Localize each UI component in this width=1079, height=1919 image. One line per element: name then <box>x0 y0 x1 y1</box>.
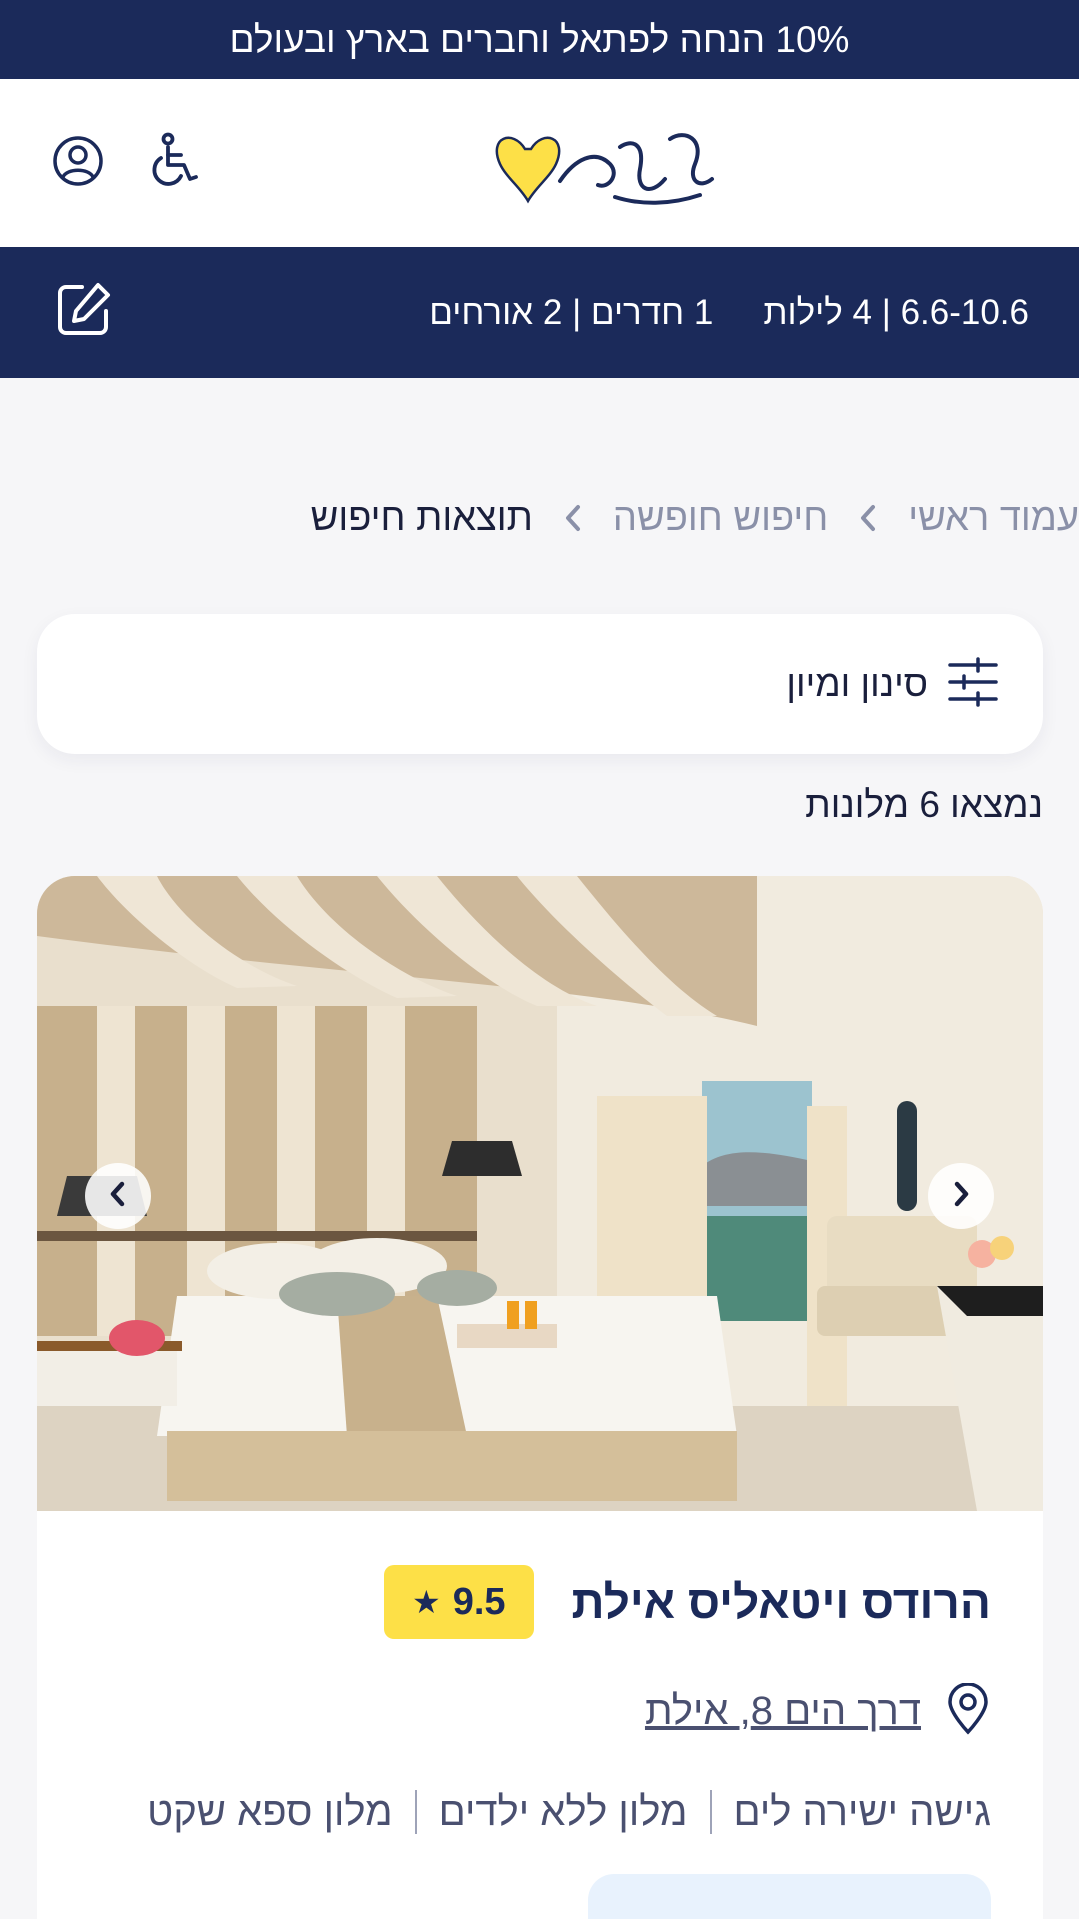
hotel-tag: מלון ללא ילדים <box>438 1789 688 1834</box>
rating-value: 9.5 <box>452 1580 506 1623</box>
hotel-title-row: הרודס ויטאליס אילת ★ 9.5 <box>384 1564 991 1640</box>
promo-text: 10% הנחה לפתאל וחברים בארץ ובעולם <box>229 18 850 60</box>
filter-sort-button[interactable]: סינון ומיון <box>37 614 1043 754</box>
map-pin-icon <box>945 1681 991 1740</box>
results-count: נמצאו 6 מלונות <box>805 784 1043 825</box>
breadcrumb: עמוד ראשי חיפוש חופשה תוצאות חיפוש <box>0 488 1079 548</box>
chevron-left-icon <box>828 503 908 533</box>
user-account-button[interactable] <box>48 133 108 193</box>
hotel-card[interactable]: הרודס ויטאליס אילת ★ 9.5 דרך הים 8, אילת… <box>37 876 1043 1919</box>
chevron-right-icon <box>949 1180 973 1213</box>
search-guests: 2 אורחים <box>429 292 563 332</box>
sliders-icon <box>948 656 998 712</box>
wheelchair-icon <box>144 131 204 196</box>
search-summary-bar[interactable]: 6.6-10.6 | 4 לילות 1 חדרים | 2 אורחים <box>0 247 1079 378</box>
filter-sort-label: סינון ומיון <box>786 663 928 704</box>
breadcrumb-current: תוצאות חיפוש <box>310 496 533 539</box>
rating-badge: ★ 9.5 <box>384 1565 534 1639</box>
edit-icon <box>54 281 112 344</box>
fattal-logo[interactable]: fattal <box>199 109 715 219</box>
hotel-address-link[interactable]: דרך הים 8, אילת <box>645 1689 921 1734</box>
hotel-tag: גישה ישירה לים <box>733 1789 992 1834</box>
photo-prev-button[interactable] <box>85 1163 151 1229</box>
promo-banner[interactable]: 10% הנחה לפתאל וחברים בארץ ובעולם <box>0 0 1079 79</box>
tag-divider <box>414 1790 417 1834</box>
deal-box[interactable] <box>588 1874 991 1919</box>
site-header: fattal <box>0 79 1079 247</box>
chevron-left-icon <box>533 503 613 533</box>
hotel-tag: מלון ספא שקט <box>147 1789 393 1834</box>
star-icon: ★ <box>412 1584 441 1620</box>
chevron-left-icon <box>106 1180 130 1213</box>
breadcrumb-vacation-search[interactable]: חיפוש חופשה <box>613 497 828 540</box>
heart-icon <box>495 136 561 204</box>
hotel-address-row[interactable]: דרך הים 8, אילת <box>645 1676 991 1746</box>
search-summary: 6.6-10.6 | 4 לילות 1 חדרים | 2 אורחים <box>429 292 1029 332</box>
photo-next-button[interactable] <box>928 1163 994 1229</box>
hotel-name[interactable]: הרודס ויטאליס אילת <box>572 1575 991 1629</box>
search-dates: 6.6-10.6 <box>900 292 1029 332</box>
logo-hebrew-script <box>558 133 714 205</box>
breadcrumb-home[interactable]: עמוד ראשי <box>908 497 1079 540</box>
accessibility-button[interactable] <box>144 131 204 196</box>
hotel-photo[interactable] <box>37 876 1043 1511</box>
tag-divider <box>709 1790 712 1834</box>
user-circle-icon <box>51 134 105 193</box>
hotel-tags: גישה ישירה לים מלון ללא ילדים מלון ספא ש… <box>147 1782 991 1842</box>
search-nights: 4 לילות <box>763 292 873 332</box>
edit-search-button[interactable] <box>50 279 116 345</box>
search-rooms: 1 חדרים <box>590 292 714 332</box>
